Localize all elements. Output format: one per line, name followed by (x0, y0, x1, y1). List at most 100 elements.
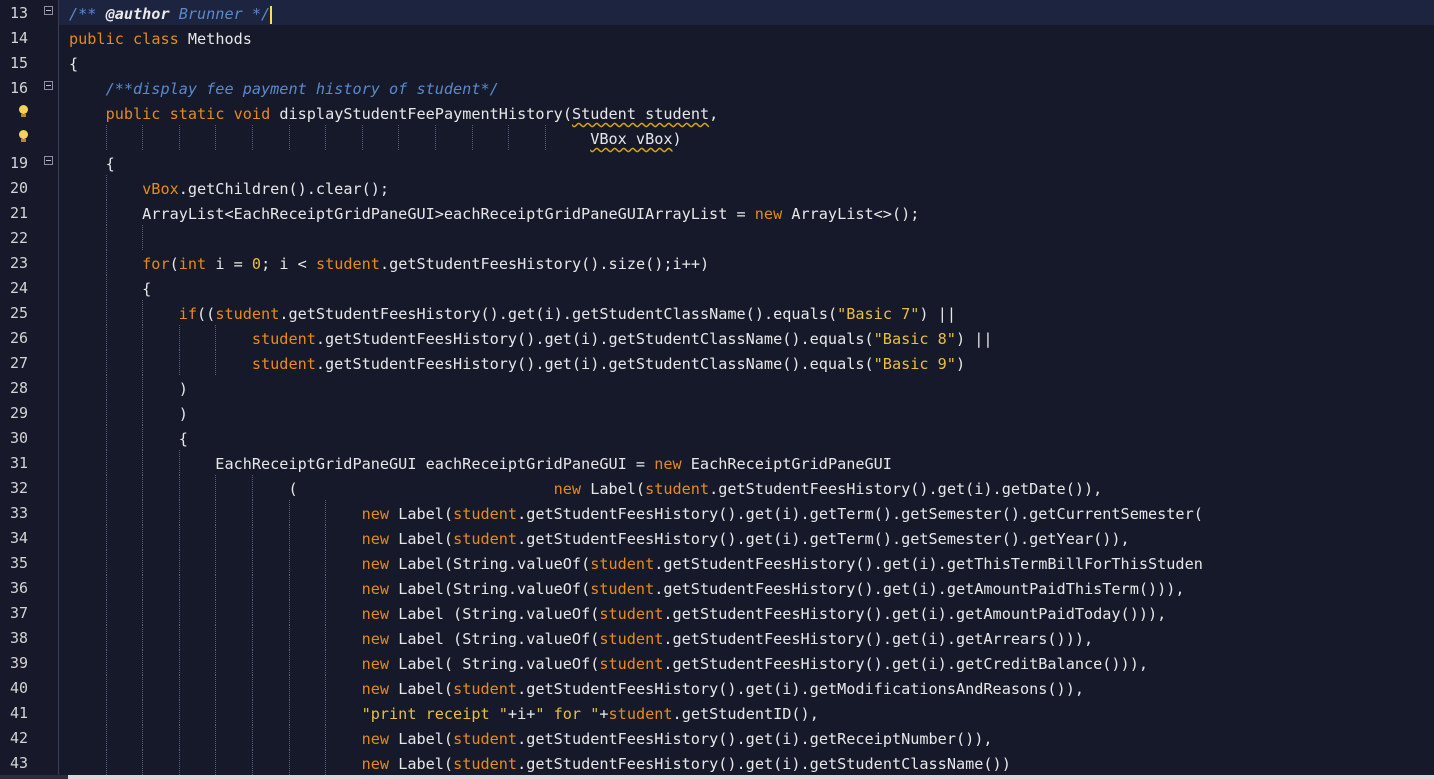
code-token: Label( (389, 680, 454, 698)
gutter-row: 30 (0, 425, 58, 450)
field-token: student (453, 730, 518, 748)
code-line[interactable]: { (59, 275, 1434, 300)
line-number: 32 (9, 479, 28, 497)
line-number: 20 (9, 179, 28, 197)
gutter-row: 35 (0, 550, 58, 575)
code-line[interactable]: if((student.getStudentFeesHistory().get(… (59, 300, 1434, 325)
field-token: student (599, 605, 664, 623)
fold-toggle-icon[interactable] (44, 6, 53, 15)
code-text: new Label(student.getStudentFeesHistory(… (69, 728, 993, 750)
string-token: "Basic 8" (873, 330, 956, 348)
keyword-token: class (133, 30, 179, 48)
fold-toggle-icon[interactable] (44, 81, 53, 90)
code-line[interactable]: new Label(student.getStudentFeesHistory(… (59, 750, 1434, 775)
gutter-row (0, 100, 58, 125)
code-line[interactable]: { (59, 425, 1434, 450)
gutter-row: 25 (0, 300, 58, 325)
indent-guide (142, 225, 144, 250)
gutter-row: 34 (0, 525, 58, 550)
gutter-row: 22 (0, 225, 58, 250)
field-token: student (453, 755, 518, 773)
code-token: .getStudentFeesHistory().get(i).getStude… (517, 755, 1011, 773)
code-line[interactable]: new Label(String.valueOf(student.getStud… (59, 550, 1434, 575)
code-line[interactable]: student.getStudentFeesHistory().get(i).g… (59, 325, 1434, 350)
code-line[interactable]: new Label (String.valueOf(student.getStu… (59, 625, 1434, 650)
code-line[interactable]: for(int i = 0; i < student.getStudentFee… (59, 250, 1434, 275)
code-line[interactable]: ) (59, 375, 1434, 400)
keyword-token: for (142, 255, 170, 273)
code-text: new Label(String.valueOf(student.getStud… (69, 553, 1203, 575)
horizontal-scrollbar-thumb[interactable] (68, 775, 1434, 779)
string-token: "Basic 7" (837, 305, 920, 323)
code-text: vBox.getChildren().clear(); (69, 178, 389, 200)
keyword-token: public (105, 105, 161, 123)
code-line[interactable]: new Label( String.valueOf(student.getStu… (59, 650, 1434, 675)
code-line[interactable]: public static void displayStudentFeePaym… (59, 100, 1434, 125)
line-number: 29 (9, 404, 28, 422)
code-editor[interactable]: 13 14 15 16 19 20 21 22 23 24 25 26 27 28 29 30 31 32 33 34… (0, 0, 1434, 775)
code-line[interactable]: new Label(String.valueOf(student.getStud… (59, 575, 1434, 600)
code-line[interactable]: new Label(student.getStudentFeesHistory(… (59, 525, 1434, 550)
code-text: if((student.getStudentFeesHistory().get(… (69, 303, 956, 325)
code-token: Label( (581, 480, 646, 498)
line-number: 37 (9, 604, 28, 622)
code-line[interactable] (59, 225, 1434, 250)
line-number: 36 (9, 579, 28, 597)
lightbulb-hint-icon[interactable] (18, 130, 30, 144)
code-line[interactable]: public class Methods (59, 25, 1434, 50)
field-token: student (599, 655, 664, 673)
code-line[interactable]: { (59, 50, 1434, 75)
code-line[interactable]: { (59, 150, 1434, 175)
code-line[interactable]: VBox vBox) (59, 125, 1434, 150)
code-token: .getStudentFeesHistory().get(i).getAmoun… (654, 580, 1185, 598)
fold-toggle-icon[interactable] (44, 156, 53, 165)
comment-token: /**display fee payment history of studen… (105, 80, 499, 98)
code-text: ArrayList<EachReceiptGridPaneGUI>eachRec… (69, 203, 919, 225)
field-token: student (453, 680, 518, 698)
gutter-row: 29 (0, 400, 58, 425)
code-line[interactable]: new Label(student.getStudentFeesHistory(… (59, 500, 1434, 525)
code-line[interactable]: "print receipt "+i+" for "+student.getSt… (59, 700, 1434, 725)
code-line[interactable]: new Label(student.getStudentFeesHistory(… (59, 675, 1434, 700)
keyword-token: new (361, 580, 390, 598)
lightbulb-hint-icon[interactable] (18, 105, 30, 119)
code-line[interactable]: ( new Label(student.getStudentFeesHistor… (59, 475, 1434, 500)
keyword-token: int (178, 255, 207, 273)
code-token: .getStudentFeesHistory().get(i).getAmoun… (663, 605, 1167, 623)
gutter-row: 32 (0, 475, 58, 500)
line-number: 31 (9, 454, 28, 472)
code-line[interactable]: ArrayList<EachReceiptGridPaneGUI>eachRec… (59, 200, 1434, 225)
keyword-token: new (361, 605, 390, 623)
field-token: student (645, 480, 710, 498)
gutter-row: 28 (0, 375, 58, 400)
code-token: { (69, 155, 115, 173)
code-token: .getStudentFeesHistory().get(i).getCredi… (663, 655, 1148, 673)
code-line[interactable]: vBox.getChildren().clear(); (59, 175, 1434, 200)
code-line[interactable]: ) (59, 400, 1434, 425)
code-token: (( (197, 305, 216, 323)
field-token: student (215, 305, 280, 323)
code-token: Label( (389, 730, 454, 748)
code-token: .getStudentFeesHistory().get(i).getStude… (315, 330, 874, 348)
code-line-current[interactable]: /** @author Brunner */ (59, 0, 1434, 25)
code-token: EachReceiptGridPaneGUI eachReceiptGridPa… (69, 455, 655, 473)
code-line[interactable]: new Label (String.valueOf(student.getStu… (59, 600, 1434, 625)
code-line[interactable]: EachReceiptGridPaneGUI eachReceiptGridPa… (59, 450, 1434, 475)
code-line[interactable]: /**display fee payment history of studen… (59, 75, 1434, 100)
code-token: , (709, 105, 719, 123)
code-line[interactable]: student.getStudentFeesHistory().get(i).g… (59, 350, 1434, 375)
code-token: .getStudentFeesHistory().get(i).getModif… (517, 680, 1084, 698)
keyword-token: new (361, 530, 390, 548)
code-line[interactable]: new Label(student.getStudentFeesHistory(… (59, 725, 1434, 750)
field-token: student (453, 530, 518, 548)
field-token: student (590, 555, 655, 573)
keyword-token: new (361, 630, 390, 648)
field-token: vBox (142, 180, 179, 198)
code-area[interactable]: /** @author Brunner */ public class Metho… (59, 0, 1434, 775)
